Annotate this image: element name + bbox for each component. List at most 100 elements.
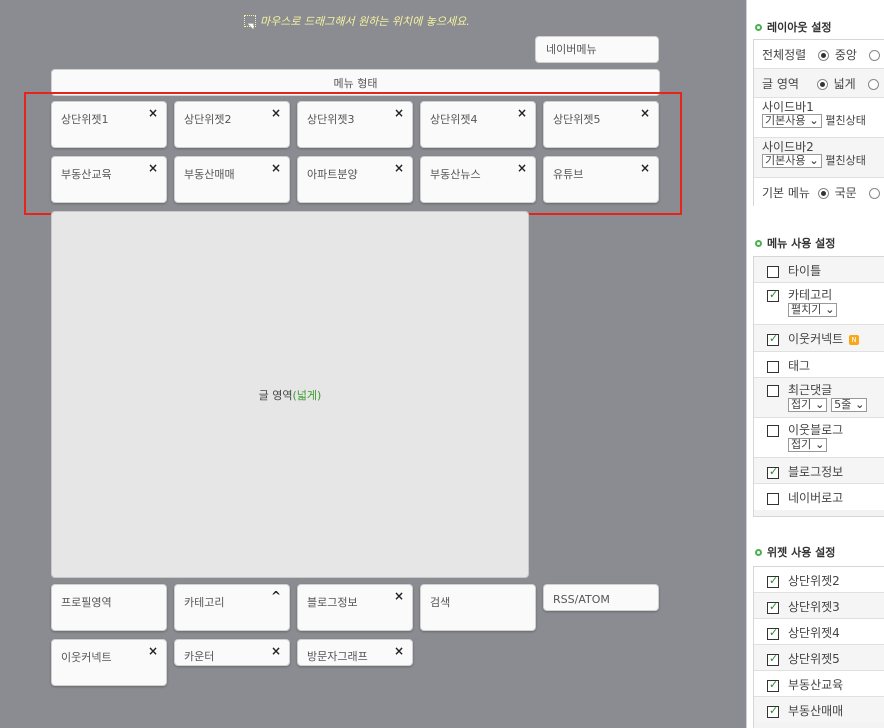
default-menu-option: 국문 [834, 186, 857, 200]
close-icon[interactable]: × [148, 161, 158, 175]
widget-counter[interactable]: 카운터 × [174, 639, 290, 666]
widget-label: 카테고리 [184, 596, 225, 609]
menu-item-label: 블로그정보 [788, 465, 844, 479]
widget-top-2[interactable]: 상단위젯2 × [174, 101, 290, 148]
menu-item-blog-info: 블로그정보 [754, 458, 884, 484]
sidebar1-select[interactable]: 기본사용 [762, 114, 822, 128]
neighbor-connect-checkbox[interactable] [767, 332, 779, 346]
close-icon[interactable]: × [271, 644, 281, 658]
widget-label: 카운터 [184, 650, 215, 663]
widget-visitor-graph[interactable]: 방문자그래프 × [297, 639, 413, 666]
sidebar2-state: 펼친상태 [825, 154, 866, 167]
menu-item-label: 태그 [788, 359, 811, 373]
align-option: 중앙 [834, 48, 857, 62]
widget-settings-title: 위젯 사용 설정 [755, 544, 835, 560]
close-icon[interactable]: × [517, 161, 527, 175]
widget-search[interactable]: 검색 [420, 584, 536, 631]
drag-hint: 마우스로 드래그해서 원하는 위치에 놓으세요. [244, 13, 470, 29]
content-other-radio[interactable] [867, 79, 879, 90]
content-wide-radio[interactable] [816, 79, 828, 90]
menu-korean-radio[interactable] [817, 188, 829, 199]
close-icon[interactable]: × [148, 644, 158, 658]
widget-label: 부동산뉴스 [430, 168, 481, 181]
recent-comments-count-select[interactable]: 5줄 [831, 398, 868, 412]
category-checkbox[interactable] [767, 288, 779, 302]
widget-label: 블로그정보 [307, 596, 358, 609]
widget-profile[interactable]: 프로필영역 [51, 584, 167, 631]
close-icon[interactable]: × [394, 161, 404, 175]
widget-apartment-sale[interactable]: 아파트분양 × [297, 156, 413, 203]
widget-label: 상단위젯4 [430, 113, 478, 126]
widget-neighbor-connect[interactable]: 이웃커넥트 × [51, 639, 167, 686]
widget-realestate-education[interactable]: 부동산교육 × [51, 156, 167, 203]
drag-hint-text: 마우스로 드래그해서 원하는 위치에 놓으세요. [260, 15, 470, 28]
close-icon[interactable]: × [640, 106, 650, 120]
widget-rss[interactable]: RSS/ATOM [543, 584, 659, 611]
collapse-icon[interactable]: ^ [271, 589, 281, 603]
widget-checkbox[interactable] [767, 678, 779, 692]
recent-comments-checkbox[interactable] [767, 384, 779, 397]
widget-item-label: 상단위젯3 [788, 600, 840, 614]
widget-label: 프로필영역 [61, 596, 112, 609]
close-icon[interactable]: × [394, 644, 404, 658]
close-icon[interactable]: × [517, 106, 527, 120]
blog-info-checkbox[interactable] [767, 465, 779, 479]
close-icon[interactable]: × [271, 161, 281, 175]
section-dot-icon [755, 548, 762, 556]
menu-other-radio[interactable] [868, 188, 880, 199]
default-menu-row: 기본 메뉴 국문 [754, 178, 884, 207]
tag-checkbox[interactable] [767, 360, 779, 373]
menu-item-tag: 태그 [754, 352, 884, 378]
layout-canvas: 마우스로 드래그해서 원하는 위치에 놓으세요. 네이버메뉴 메뉴 형태 상단위… [0, 0, 744, 728]
sidebar2-select[interactable]: 기본사용 [762, 154, 822, 168]
widget-checkbox[interactable] [767, 626, 779, 640]
widget-label: 부동산교육 [61, 168, 112, 181]
widget-checkbox[interactable] [767, 652, 779, 666]
recent-comments-select[interactable]: 접기 [788, 398, 828, 412]
widget-top-1[interactable]: 상단위젯1 × [51, 101, 167, 148]
widget-top-5[interactable]: 상단위젯5 × [543, 101, 659, 148]
naver-logo-checkbox[interactable] [767, 492, 779, 505]
align-other-radio[interactable] [868, 50, 880, 61]
category-select[interactable]: 펼치기 [788, 303, 838, 317]
widget-item: 부동산교육 [754, 671, 884, 697]
close-icon[interactable]: × [394, 106, 404, 120]
close-icon[interactable]: × [394, 589, 404, 603]
menu-item-title: 타이틀 [754, 257, 884, 283]
neighbor-blog-select[interactable]: 접기 [788, 438, 828, 452]
menu-shape-label: 메뉴 형태 [333, 77, 378, 90]
widget-category[interactable]: 카테고리 ^ [174, 584, 290, 631]
menu-shape-block[interactable]: 메뉴 형태 [51, 69, 660, 96]
sidebar2-row: 사이드바2 기본사용 펼친상태 [754, 138, 884, 178]
drag-cursor-icon [244, 15, 256, 27]
widget-label: 방문자그래프 [307, 650, 368, 663]
widget-top-4[interactable]: 상단위젯4 × [420, 101, 536, 148]
align-label: 전체정렬 [762, 48, 807, 62]
close-icon[interactable]: × [148, 106, 158, 120]
content-width-option: 넓게 [833, 77, 856, 91]
widget-youtube[interactable]: 유튜브 × [543, 156, 659, 203]
content-area[interactable]: 글 영역 (넓게) [51, 211, 529, 578]
close-icon[interactable]: × [640, 161, 650, 175]
widget-checkbox[interactable] [767, 600, 779, 614]
widget-checkbox[interactable] [767, 574, 779, 588]
widget-checkbox[interactable] [767, 704, 779, 718]
close-icon[interactable]: × [271, 106, 281, 120]
widget-realestate-news[interactable]: 부동산뉴스 × [420, 156, 536, 203]
widget-top-3[interactable]: 상단위젯3 × [297, 101, 413, 148]
widget-item-label: 부동산매매 [788, 704, 844, 718]
widget-blog-info[interactable]: 블로그정보 × [297, 584, 413, 631]
widget-realestate-trade[interactable]: 부동산매매 × [174, 156, 290, 203]
naver-menu-label: 네이버메뉴 [546, 43, 597, 56]
menu-item-neighbor-blog: 이웃블로그 접기 [754, 418, 884, 458]
widget-item-label: 상단위젯2 [788, 574, 840, 588]
widget-item-label: 상단위젯4 [788, 626, 840, 640]
sidebar2-label: 사이드바2 [762, 140, 814, 154]
neighbor-blog-checkbox[interactable] [767, 424, 779, 437]
naver-menu-block[interactable]: 네이버메뉴 [535, 36, 659, 63]
align-center-radio[interactable] [818, 50, 829, 61]
menu-settings-box: 타이틀 카테고리 펼치기 이웃커넥트 N 태그 최근댓글 접기 5줄 이웃블로그… [753, 256, 884, 517]
title-checkbox[interactable] [767, 265, 779, 278]
section-dot-icon [755, 23, 762, 31]
align-row: 전체정렬 중앙 [754, 40, 884, 69]
